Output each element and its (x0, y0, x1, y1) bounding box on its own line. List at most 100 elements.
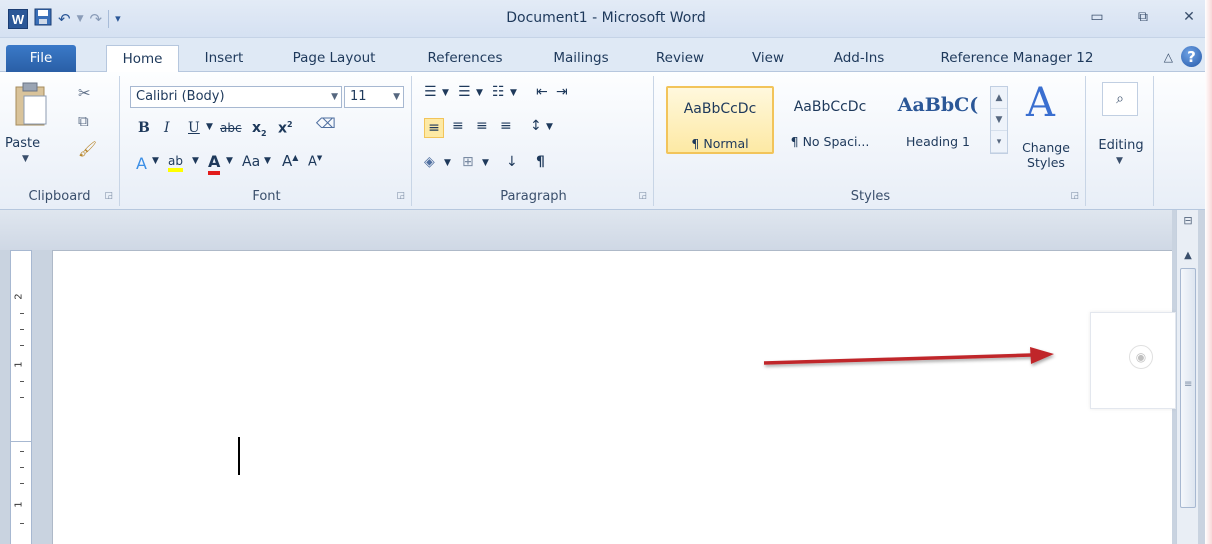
help-icon[interactable]: ? (1181, 46, 1202, 67)
grow-font-icon[interactable]: A▲ (282, 152, 298, 170)
font-color-dropdown-icon[interactable]: ▼ (226, 156, 233, 166)
chevron-down-icon[interactable]: ▼ (991, 109, 1007, 131)
clipboard-launcher-icon[interactable]: ◲ (104, 191, 113, 201)
document-page[interactable] (52, 250, 1172, 544)
tab-mailings[interactable]: Mailings (546, 45, 616, 72)
paragraph-group: ☰ ▼ ☰ ▼ ☷ ▼ ⇤ ⇥ ≡ ≡ ≡ ≡ ↕ ▼ ◈ ▼ ⊞ ▼ ↓ ¶ … (414, 76, 654, 206)
font-family-combo[interactable]: Calibri (Body) ▼ (130, 86, 342, 108)
sort-icon[interactable]: ↓ (506, 154, 518, 170)
paragraph-launcher-icon[interactable]: ◲ (638, 191, 647, 201)
more-styles-icon[interactable]: ▾ (991, 131, 1007, 153)
ruler-number: 1 (13, 501, 25, 508)
tab-add-ins[interactable]: Add-Ins (826, 45, 892, 72)
change-styles-button[interactable]: A Change Styles (1014, 80, 1078, 174)
font-family-value: Calibri (Body) (136, 89, 225, 104)
underline-icon[interactable]: U (188, 120, 200, 136)
change-case-dropdown-icon[interactable]: ▼ (264, 156, 271, 166)
justify-icon[interactable]: ≡ (500, 118, 512, 134)
font-size-value: 11 (350, 89, 367, 104)
chevron-up-icon[interactable]: ▲ (991, 87, 1007, 109)
editing-button[interactable]: Editing (1088, 138, 1154, 153)
floating-read-aloud-panel: ◉ (1090, 312, 1176, 409)
find-icon[interactable]: ⌕ (1102, 82, 1138, 116)
style-name: Heading 1 (906, 134, 970, 149)
title-bar: W ↶ ▼ ↷ ▾ Document1 - Microsoft Word ▭ ⧉… (0, 0, 1212, 38)
increase-indent-icon[interactable]: ⇥ (556, 84, 568, 100)
scroll-thumb[interactable]: ≡ (1180, 268, 1196, 508)
borders-dropdown-icon[interactable]: ▼ (482, 158, 489, 168)
styles-launcher-icon[interactable]: ◲ (1070, 191, 1079, 201)
bullets-dropdown-icon[interactable]: ▼ (442, 88, 449, 98)
shading-icon[interactable]: ◈ (424, 154, 435, 170)
speaker-icon[interactable]: ◉ (1129, 345, 1153, 369)
style-normal[interactable]: AaBbCcDc ¶ Normal (666, 86, 774, 154)
tab-reference-manager[interactable]: Reference Manager 12 (928, 45, 1106, 72)
ruler-text-area (11, 441, 31, 544)
text-effects-dropdown-icon[interactable]: ▼ (152, 156, 159, 166)
editing-group: ⌕ Editing ▼ (1088, 76, 1154, 206)
tab-page-layout[interactable]: Page Layout (284, 45, 384, 72)
tab-view[interactable]: View (746, 45, 790, 72)
style-heading-1[interactable]: AaBbC( Heading 1 (884, 86, 992, 154)
chevron-down-icon: ▼ (331, 92, 338, 102)
paste-button[interactable]: Paste (5, 136, 40, 151)
bold-icon[interactable]: B (138, 120, 150, 136)
font-size-combo[interactable]: 11 ▼ (344, 86, 404, 108)
ruler-tick (20, 451, 24, 452)
ruler-number: 1 (13, 361, 25, 368)
scroll-up-icon[interactable]: ▲ (1180, 250, 1196, 261)
chevron-down-icon: ▼ (393, 92, 400, 102)
show-formatting-icon[interactable]: ¶ (536, 154, 545, 170)
tab-home[interactable]: Home (106, 45, 179, 73)
clear-formatting-icon[interactable]: ⌫ (316, 116, 336, 132)
ruler-tick (20, 523, 24, 524)
multilevel-dropdown-icon[interactable]: ▼ (510, 88, 517, 98)
font-color-icon[interactable]: A (208, 152, 221, 175)
minimize-icon[interactable]: ▭ (1074, 0, 1120, 34)
highlight-icon[interactable]: ab (168, 154, 183, 172)
line-spacing-icon[interactable]: ↕ (530, 118, 542, 134)
styles-gallery-scroller[interactable]: ▲ ▼ ▾ (990, 86, 1008, 154)
superscript-icon[interactable]: x2 (278, 120, 293, 137)
line-spacing-dropdown-icon[interactable]: ▼ (546, 122, 553, 132)
minimize-ribbon-icon[interactable]: △ (1164, 50, 1173, 64)
ruler-tick (20, 467, 24, 468)
highlight-dropdown-icon[interactable]: ▼ (192, 156, 199, 166)
bullets-icon[interactable]: ☰ (424, 84, 437, 100)
decrease-indent-icon[interactable]: ⇤ (536, 84, 548, 100)
shading-dropdown-icon[interactable]: ▼ (444, 158, 451, 168)
vertical-scrollbar[interactable]: ⊟ ▲ ≡ (1176, 210, 1198, 544)
tab-references[interactable]: References (419, 45, 511, 72)
numbering-icon[interactable]: ☰ (458, 84, 471, 100)
cut-icon[interactable]: ✂ (78, 84, 91, 102)
borders-icon[interactable]: ⊞ (462, 154, 474, 170)
shrink-font-icon[interactable]: A▼ (308, 154, 322, 169)
underline-dropdown-icon[interactable]: ▼ (206, 122, 213, 132)
numbering-dropdown-icon[interactable]: ▼ (476, 88, 483, 98)
text-effects-icon[interactable]: A (136, 154, 147, 173)
subscript-icon[interactable]: x2 (252, 120, 267, 138)
align-center-icon[interactable]: ≡ (452, 118, 464, 134)
paste-dropdown-icon[interactable]: ▼ (22, 154, 29, 164)
paste-icon[interactable] (14, 82, 48, 128)
change-styles-label: Change Styles (1022, 140, 1070, 170)
tab-insert[interactable]: Insert (196, 45, 252, 72)
editing-dropdown-icon[interactable]: ▼ (1116, 156, 1123, 166)
align-left-icon[interactable]: ≡ (424, 118, 444, 138)
italic-icon[interactable]: I (164, 120, 170, 136)
copy-icon[interactable]: ⧉ (78, 112, 89, 130)
tab-review[interactable]: Review (652, 45, 708, 72)
restore-icon[interactable]: ⧉ (1120, 0, 1166, 34)
format-painter-icon[interactable]: 🖌 (78, 140, 97, 158)
clipboard-group: Paste ▼ ✂ ⧉ 🖌 Clipboard ◲ (0, 76, 120, 206)
window-controls: ▭ ⧉ ✕ (1074, 0, 1212, 38)
tab-file[interactable]: File (6, 45, 76, 72)
ribbon-help-area: △ ? (1164, 46, 1202, 67)
style-no-spacing[interactable]: AaBbCcDc ¶ No Spaci... (776, 86, 884, 154)
change-case-icon[interactable]: Aa (242, 154, 260, 170)
multilevel-list-icon[interactable]: ☷ (492, 84, 505, 100)
font-launcher-icon[interactable]: ◲ (396, 191, 405, 201)
strikethrough-icon[interactable]: abc (220, 121, 242, 135)
view-ruler-icon[interactable]: ⊟ (1180, 214, 1196, 238)
align-right-icon[interactable]: ≡ (476, 118, 488, 134)
